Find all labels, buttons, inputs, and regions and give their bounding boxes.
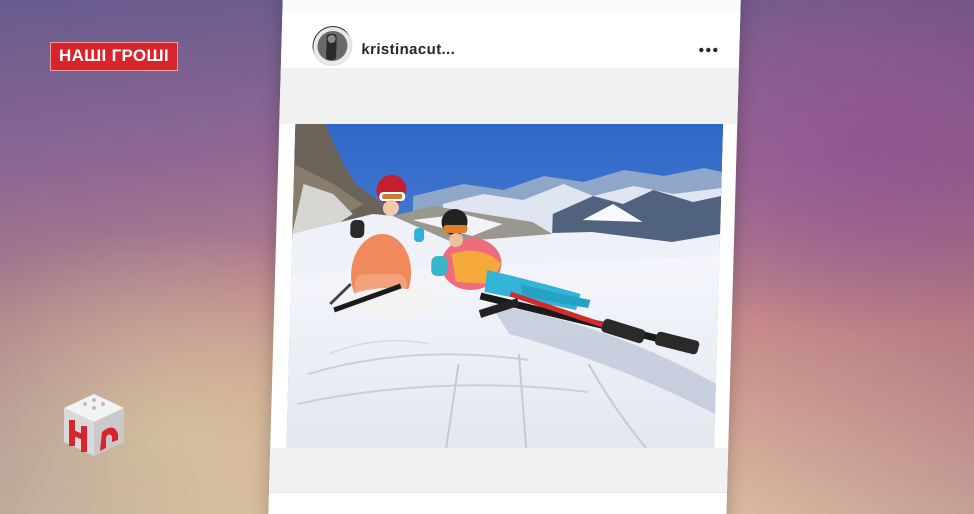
tv-frame: НАШІ ГРОШІ kristinacut... — [0, 0, 974, 514]
instagram-post-card: kristinacut... — [267, 0, 741, 514]
app-logo-fragment-icon — [473, 0, 533, 4]
post-username[interactable]: kristinacut... — [361, 41, 455, 58]
profile-avatar[interactable] — [311, 26, 353, 66]
more-options-dots-icon[interactable] — [697, 46, 719, 54]
ski-slope-photo[interactable] — [286, 124, 724, 448]
photo-bottom-margin — [268, 448, 729, 492]
post-header: kristinacut... — [280, 12, 741, 68]
menu-icon[interactable] — [703, 0, 729, 2]
show-title-badge: НАШІ ГРОШІ — [50, 42, 178, 71]
post-actions-bar — [267, 492, 727, 514]
channel-logo-icon — [62, 392, 126, 458]
photo-top-margin — [279, 68, 739, 124]
